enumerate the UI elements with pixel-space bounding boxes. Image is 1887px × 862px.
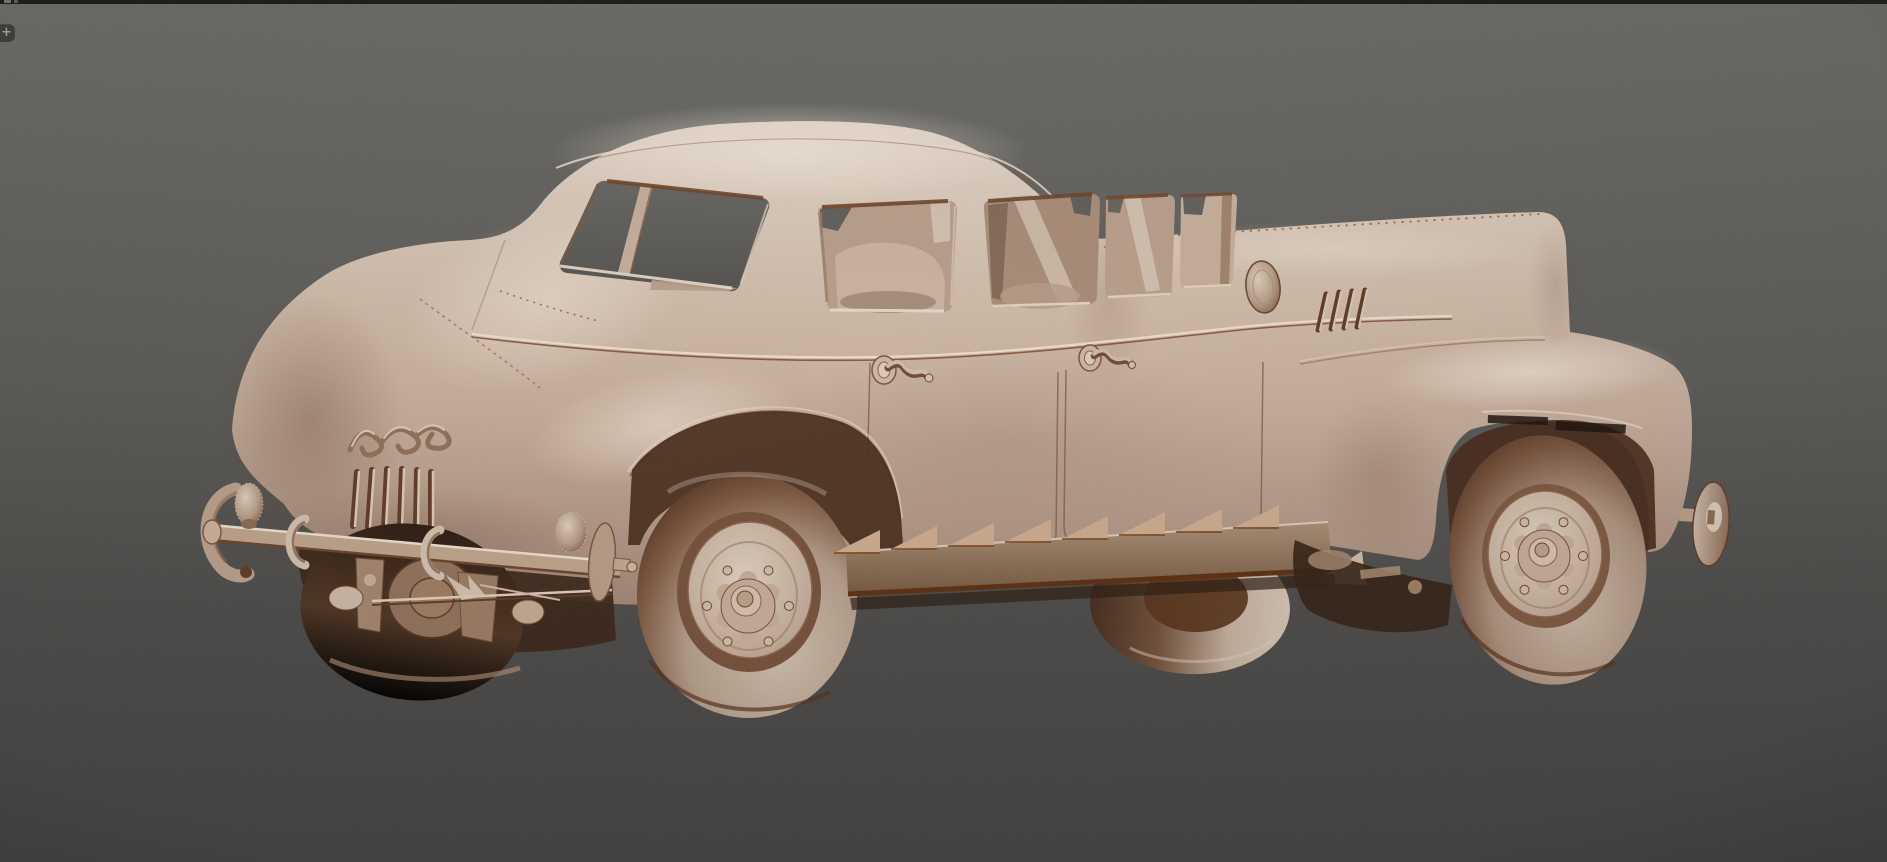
sculpt-viewport: + (0, 0, 1887, 862)
add-tab-button[interactable]: + (0, 24, 15, 42)
plus-icon: + (1, 24, 12, 40)
vignette-overlay (0, 0, 1887, 862)
model-canvas[interactable] (0, 0, 1887, 862)
top-bar-mark (14, 0, 18, 3)
top-bar-mark (4, 0, 11, 3)
top-bar (0, 0, 1887, 4)
